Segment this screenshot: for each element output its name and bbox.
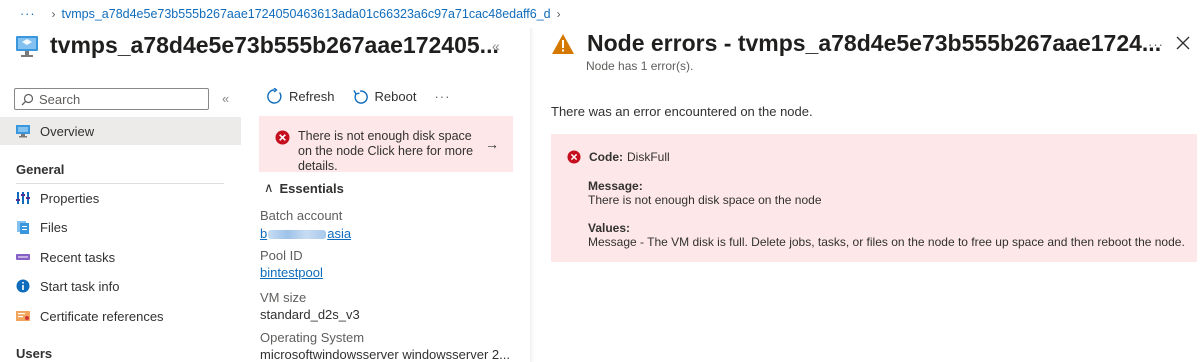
sidebar-item-overview[interactable]: Overview <box>0 117 241 145</box>
batch-account-label: Batch account <box>260 208 343 223</box>
sidebar-item-label: Files <box>40 219 68 235</box>
pane-intro-text: There was an error encountered on the no… <box>551 104 813 119</box>
compute-node-icon <box>16 35 38 57</box>
error-code-row: Code: DiskFull <box>567 150 670 164</box>
batch-account-suffix: asia <box>327 226 352 241</box>
collapse-sidebar-button[interactable]: « <box>222 91 229 106</box>
pane-more-button[interactable]: ··· <box>1148 37 1164 52</box>
close-icon[interactable] <box>1176 36 1190 50</box>
sidebar-item-certificate-references[interactable]: Certificate references <box>0 302 241 330</box>
error-details: Code: DiskFull Message: There is not eno… <box>551 134 1197 262</box>
properties-icon <box>16 191 30 205</box>
error-icon <box>275 130 290 145</box>
sidebar-item-recent-tasks[interactable]: Recent tasks <box>0 243 241 271</box>
sidebar-item-label: Overview <box>40 123 95 139</box>
page-title: tvmps_a78d4e5e73b555b267aae172405... <box>50 32 499 58</box>
error-icon <box>567 150 581 164</box>
essentials-heading: Essentials <box>279 180 344 196</box>
search-placeholder: Search <box>39 91 81 107</box>
sidebar-item-start-task-info[interactable]: Start task info <box>0 272 241 300</box>
error-message-label: Message: <box>588 179 643 193</box>
sidebar-item-files[interactable]: Files <box>0 213 241 241</box>
error-banner[interactable]: There is not enough disk space on the no… <box>259 116 513 173</box>
sidebar-item-label: Start task info <box>40 278 120 294</box>
refresh-label: Refresh <box>289 89 335 104</box>
error-banner-message: There is not enough disk space on the no… <box>298 129 474 173</box>
breadcrumb: ··· › tvmps_a78d4e5e73b555b267aae1724050… <box>20 6 567 22</box>
refresh-icon <box>267 88 282 104</box>
certificate-icon <box>16 309 30 323</box>
error-values-value: Message - The VM disk is full. Delete jo… <box>588 235 1185 249</box>
breadcrumb-node-link[interactable]: tvmps_a78d4e5e73b555b267aae1724050463613… <box>62 7 551 21</box>
vm-size-value: standard_d2s_v3 <box>260 307 360 322</box>
pane-title: Node errors - tvmps_a78d4e5e73b555b267aa… <box>587 30 1162 56</box>
command-bar: Refresh Reboot ··· <box>266 88 450 105</box>
chevron-right-icon: › <box>51 7 56 21</box>
redacted-text <box>268 230 327 240</box>
pool-id-label: Pool ID <box>260 248 303 263</box>
blade-header: tvmps_a78d4e5e73b555b267aae172405... <box>14 32 499 59</box>
search-input[interactable]: Search <box>14 88 209 110</box>
error-values-label: Values: <box>588 221 631 235</box>
search-icon <box>21 93 34 105</box>
os-value: microsoftwindowsserver windowsserver 2..… <box>260 347 510 362</box>
vm-size-label: VM size <box>260 290 307 305</box>
refresh-button[interactable]: Refresh <box>266 88 335 105</box>
batch-account-link[interactable]: b asia <box>260 226 351 241</box>
section-heading-users: Users <box>16 346 53 361</box>
chevron-right-icon: › <box>556 7 561 21</box>
warning-icon <box>552 33 574 54</box>
error-code-value: DiskFull <box>627 150 670 164</box>
recent-tasks-icon <box>16 250 30 264</box>
overview-icon <box>16 124 30 138</box>
arrow-right-icon: → <box>485 136 499 152</box>
breadcrumb-more-button[interactable]: ··· <box>20 7 36 21</box>
sidebar-item-label: Recent tasks <box>40 249 116 265</box>
reboot-icon <box>352 89 368 104</box>
chevron-up-icon: ∧ <box>264 180 274 195</box>
error-code-label: Code: <box>589 150 623 164</box>
pane-divider <box>530 28 534 362</box>
pool-id-link[interactable]: bintestpool <box>260 265 323 280</box>
os-label: Operating System <box>260 330 365 345</box>
pane-header: Node errors - tvmps_a78d4e5e73b555b267aa… <box>551 30 1161 57</box>
reboot-button[interactable]: Reboot <box>352 89 417 105</box>
sidebar-item-label: Properties <box>40 190 100 206</box>
sidebar-item-properties[interactable]: Properties <box>0 184 241 212</box>
info-icon <box>16 279 30 293</box>
batch-account-prefix: b <box>260 226 268 241</box>
pane-subtitle: Node has 1 error(s). <box>586 59 694 73</box>
error-message-value: There is not enough disk space on the no… <box>588 193 822 207</box>
essentials-toggle[interactable]: ∧ Essentials <box>264 180 344 196</box>
collapse-blade-button[interactable]: « <box>492 38 500 54</box>
files-icon <box>16 220 30 234</box>
section-heading-general: General <box>16 162 65 177</box>
reboot-label: Reboot <box>374 89 417 104</box>
sidebar-item-label: Certificate references <box>40 308 164 324</box>
more-commands-button[interactable]: ··· <box>434 89 450 104</box>
